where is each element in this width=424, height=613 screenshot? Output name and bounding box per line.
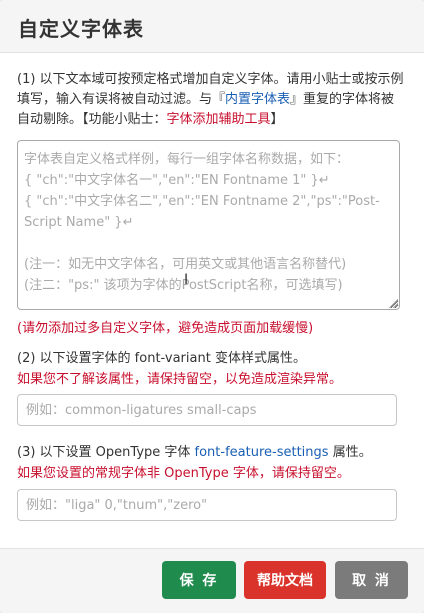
text-cursor-icon: I — [184, 272, 189, 288]
custom-font-dialog: 自定义字体表 (1) 以下文本域可按预定格式增加自定义字体。请用小贴士或按示例填… — [0, 0, 424, 613]
font-feature-input[interactable] — [17, 489, 397, 521]
font-feature-label-pre: (3) 以下设置 OpenType 字体 — [17, 445, 195, 460]
font-variant-warning: 如果您不了解该属性，请保持留空，以免造成渲染异常。 — [17, 372, 343, 387]
font-feature-section: (3) 以下设置 OpenType 字体 font-feature-settin… — [17, 442, 407, 484]
font-feature-label-post: 属性。 — [328, 445, 372, 460]
font-variant-label: (2) 以下设置字体的 font-variant 变体样式属性。 — [17, 351, 306, 366]
font-feature-settings-link[interactable]: font-feature-settings — [195, 445, 329, 460]
intro-section: (1) 以下文本域可按预定格式增加自定义字体。请用小贴士或按示例填写，输入有误将… — [17, 70, 407, 130]
textarea-resize-handle[interactable] — [388, 298, 398, 308]
dialog-footer: 保 存 帮助文档 取 消 — [0, 548, 424, 613]
font-helper-tool-link[interactable]: 字体添加辅助工具 — [167, 112, 271, 127]
help-docs-button[interactable]: 帮助文档 — [244, 561, 326, 599]
cancel-button[interactable]: 取 消 — [335, 561, 408, 599]
intro-part3: 】 — [270, 112, 284, 127]
save-button[interactable]: 保 存 — [162, 561, 236, 599]
font-count-warning: (请勿添加过多自定义字体，避免造成页面加载缓慢) — [17, 321, 314, 336]
font-variant-section: (2) 以下设置字体的 font-variant 变体样式属性。 如果您不了解该… — [17, 348, 407, 390]
intro-text: (1) 以下文本域可按预定格式增加自定义字体。请用小贴士或按示例填写，输入有误将… — [17, 70, 407, 130]
dialog-header: 自定义字体表 — [0, 0, 424, 53]
font-feature-warning: 如果您设置的常规字体非 OpenType 字体，请保持留空。 — [17, 466, 350, 481]
font-variant-input[interactable] — [17, 394, 397, 426]
dialog-title: 自定义字体表 — [18, 17, 144, 41]
font-table-textarea[interactable] — [17, 140, 400, 310]
font-feature-label: (3) 以下设置 OpenType 字体 font-feature-settin… — [17, 442, 407, 463]
builtin-font-table-link[interactable]: 内置字体表 — [225, 92, 290, 107]
